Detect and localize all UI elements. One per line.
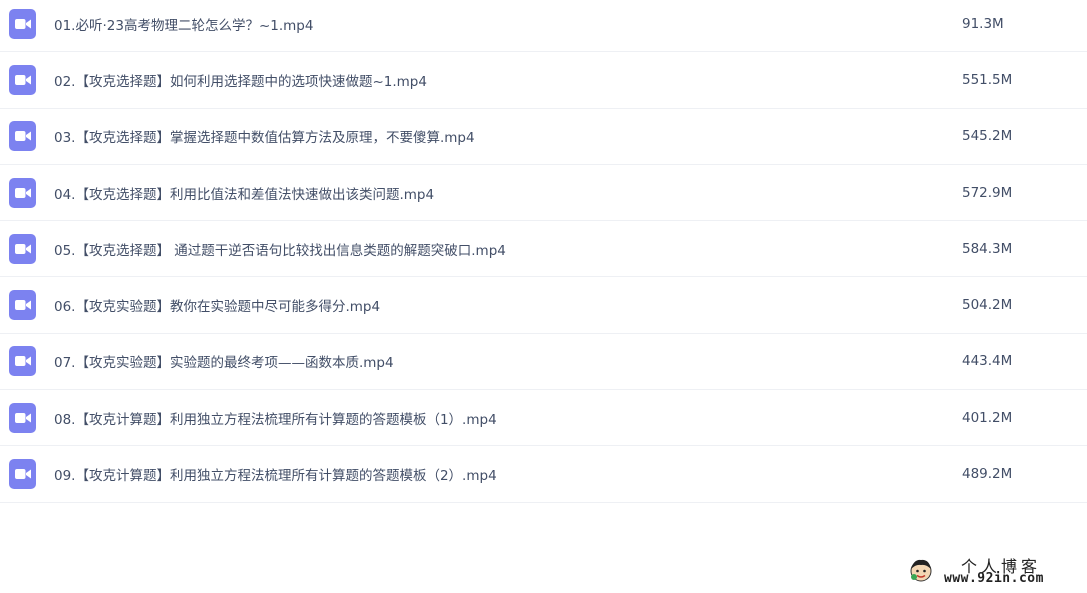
video-file-icon	[9, 290, 36, 321]
file-size: 489.2M	[962, 466, 1013, 483]
watermark-url: www.92in.com	[944, 571, 1044, 586]
file-name[interactable]: 08.【攻克计算题】利用独立方程法梳理所有计算题的答题模板（1）.mp4	[54, 408, 497, 428]
video-file-icon	[9, 8, 36, 39]
file-size: 401.2M	[962, 409, 1013, 426]
file-row[interactable]: 08.【攻克计算题】利用独立方程法梳理所有计算题的答题模板（1）.mp4 401…	[0, 390, 1087, 447]
video-file-icon	[9, 121, 36, 152]
file-row[interactable]: 06.【攻克实验题】教你在实验题中尽可能多得分.mp4 504.2M	[0, 277, 1087, 334]
video-file-icon	[9, 64, 36, 95]
file-size: 443.4M	[962, 353, 1013, 370]
file-row[interactable]: 01.必听·23高考物理二轮怎么学？~1.mp4 91.3M	[0, 0, 1087, 53]
file-size: 551.5M	[962, 71, 1013, 88]
file-row[interactable]: 03.【攻克选择题】掌握选择题中数值估算方法及原理，不要傻算.mp4 545.2…	[0, 109, 1087, 165]
video-file-icon	[9, 177, 36, 208]
file-size: 584.3M	[962, 240, 1013, 257]
file-name[interactable]: 01.必听·23高考物理二轮怎么学？~1.mp4	[54, 14, 313, 34]
file-name[interactable]: 03.【攻克选择题】掌握选择题中数值估算方法及原理，不要傻算.mp4	[54, 126, 475, 146]
video-file-icon	[9, 459, 36, 490]
file-size: 504.2M	[962, 297, 1013, 314]
video-file-icon	[9, 346, 36, 377]
video-file-icon	[9, 233, 36, 264]
file-list: 01.必听·23高考物理二轮怎么学？~1.mp4 91.3M 02.【攻克选择题…	[0, 0, 1087, 503]
file-name[interactable]: 07.【攻克实验题】实验题的最终考项——函数本质.mp4	[54, 351, 394, 371]
avatar-icon	[910, 559, 932, 582]
file-row[interactable]: 02.【攻克选择题】如何利用选择题中的选项快速做题~1.mp4 551.5M	[0, 52, 1087, 109]
file-row[interactable]: 04.【攻克选择题】利用比值法和差值法快速做出该类问题.mp4 572.9M	[0, 165, 1087, 222]
file-name[interactable]: 09.【攻克计算题】利用独立方程法梳理所有计算题的答题模板（2）.mp4	[54, 464, 497, 484]
file-name[interactable]: 02.【攻克选择题】如何利用选择题中的选项快速做题~1.mp4	[54, 70, 427, 90]
file-size: 91.3M	[962, 15, 1004, 32]
file-size: 572.9M	[962, 184, 1013, 201]
file-name[interactable]: 05.【攻克选择题】 通过题干逆否语句比较找出信息类题的解题突破口.mp4	[54, 239, 506, 259]
file-row[interactable]: 05.【攻克选择题】 通过题干逆否语句比较找出信息类题的解题突破口.mp4 58…	[0, 221, 1087, 278]
watermark: 个人博客 www.92in.com	[906, 553, 1066, 589]
file-row[interactable]: 07.【攻克实验题】实验题的最终考项——函数本质.mp4 443.4M	[0, 334, 1087, 391]
file-size: 545.2M	[962, 128, 1013, 145]
file-name[interactable]: 04.【攻克选择题】利用比值法和差值法快速做出该类问题.mp4	[54, 183, 434, 203]
file-name[interactable]: 06.【攻克实验题】教你在实验题中尽可能多得分.mp4	[54, 295, 380, 315]
video-file-icon	[9, 402, 36, 433]
file-row[interactable]: 09.【攻克计算题】利用独立方程法梳理所有计算题的答题模板（2）.mp4 489…	[0, 446, 1087, 503]
